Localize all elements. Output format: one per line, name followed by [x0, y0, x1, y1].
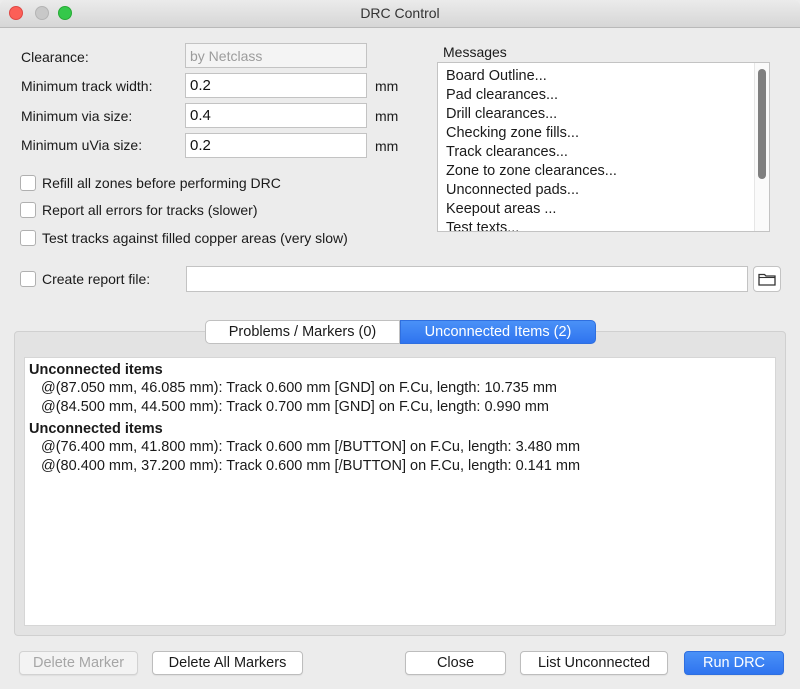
result-group-heading: Unconnected items: [29, 362, 163, 378]
message-line: Unconnected pads...: [446, 182, 580, 198]
result-item[interactable]: @(80.400 mm, 37.200 mm): Track 0.600 mm …: [41, 458, 580, 474]
uvia-size-unit: mm: [375, 138, 399, 154]
window-title: DRC Control: [360, 5, 440, 21]
track-width-unit: mm: [375, 78, 399, 94]
test-filled-copper-option[interactable]: Test tracks against filled copper areas …: [20, 230, 348, 246]
message-line: Zone to zone clearances...: [446, 163, 617, 179]
create-report-label: Create report file:: [42, 271, 151, 287]
refill-zones-label: Refill all zones before performing DRC: [42, 175, 281, 191]
result-item[interactable]: @(87.050 mm, 46.085 mm): Track 0.600 mm …: [41, 380, 557, 396]
report-all-errors-checkbox[interactable]: [20, 202, 36, 218]
delete-marker-button[interactable]: Delete Marker: [19, 651, 138, 675]
uvia-size-input[interactable]: 0.2: [185, 133, 367, 158]
message-line: Pad clearances...: [446, 87, 559, 103]
result-item[interactable]: @(84.500 mm, 44.500 mm): Track 0.700 mm …: [41, 399, 549, 415]
results-tabs: Problems / Markers (0) Unconnected Items…: [205, 320, 596, 344]
test-filled-copper-label: Test tracks against filled copper areas …: [42, 230, 348, 246]
tab-problems-markers[interactable]: Problems / Markers (0): [205, 320, 400, 344]
run-drc-button[interactable]: Run DRC: [684, 651, 784, 675]
report-all-errors-label: Report all errors for tracks (slower): [42, 202, 258, 218]
via-size-label: Minimum via size:: [21, 108, 133, 124]
track-width-label: Minimum track width:: [21, 78, 153, 94]
report-all-errors-option[interactable]: Report all errors for tracks (slower): [20, 202, 258, 218]
result-item[interactable]: @(76.400 mm, 41.800 mm): Track 0.600 mm …: [41, 439, 580, 455]
message-line: Checking zone fills...: [446, 125, 579, 141]
test-filled-copper-checkbox[interactable]: [20, 230, 36, 246]
message-line: Track clearances...: [446, 144, 568, 160]
via-size-input[interactable]: 0.4: [185, 103, 367, 128]
create-report-option[interactable]: Create report file:: [20, 271, 150, 287]
clearance-field: by Netclass: [185, 43, 367, 68]
browse-folder-button[interactable]: [753, 266, 781, 292]
delete-all-markers-button[interactable]: Delete All Markers: [152, 651, 303, 675]
clearance-label: Clearance:: [21, 49, 89, 65]
close-button[interactable]: Close: [405, 651, 506, 675]
report-file-input[interactable]: [186, 266, 748, 292]
messages-scroll-thumb[interactable]: [758, 69, 766, 179]
list-unconnected-button[interactable]: List Unconnected: [520, 651, 668, 675]
result-group-heading: Unconnected items: [29, 421, 163, 437]
tab-unconnected-items[interactable]: Unconnected Items (2): [400, 320, 596, 344]
message-line: Test texts...: [446, 220, 520, 232]
unconnected-items-list[interactable]: Unconnected items @(87.050 mm, 46.085 mm…: [24, 357, 776, 626]
create-report-checkbox[interactable]: [20, 271, 36, 287]
uvia-size-label: Minimum uVia size:: [21, 137, 143, 153]
message-line: Drill clearances...: [446, 106, 558, 122]
refill-zones-checkbox[interactable]: [20, 175, 36, 191]
refill-zones-option[interactable]: Refill all zones before performing DRC: [20, 175, 281, 191]
message-line: Board Outline...: [446, 68, 547, 84]
messages-title: Messages: [443, 44, 507, 60]
via-size-unit: mm: [375, 108, 399, 124]
messages-scrollbar[interactable]: [754, 63, 769, 231]
folder-icon: [758, 273, 776, 286]
track-width-input[interactable]: 0.2: [185, 73, 367, 98]
title-bar: DRC Control: [0, 0, 800, 28]
messages-list[interactable]: Board Outline... Pad clearances... Drill…: [437, 62, 770, 232]
message-line: Keepout areas ...: [446, 201, 557, 217]
